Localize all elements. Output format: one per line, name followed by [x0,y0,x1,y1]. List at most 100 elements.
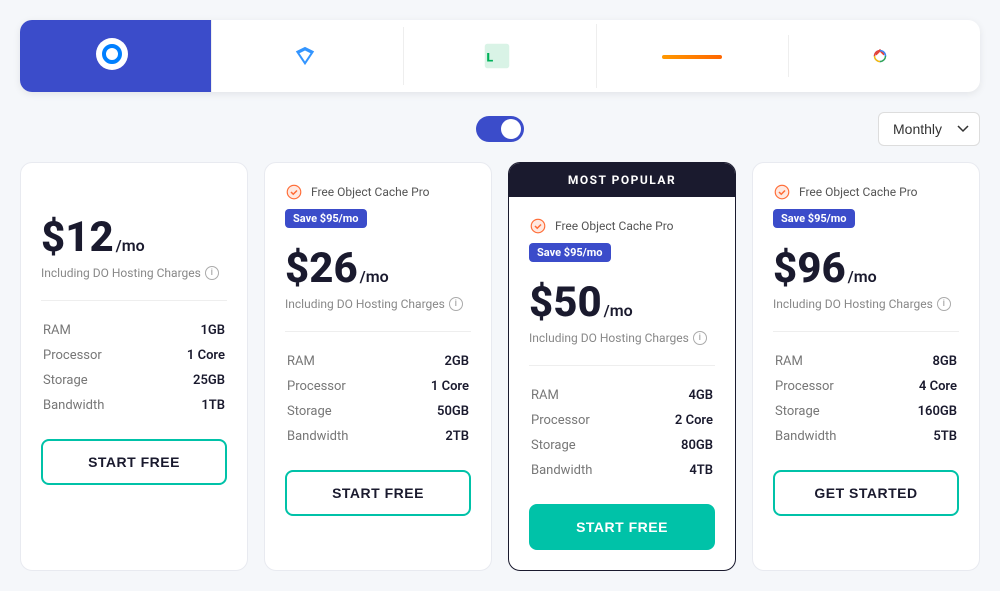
spec-key: Processor [43,344,154,367]
spec-value: 2 Core [644,409,713,432]
specs-table-plan-96: RAM 8GB Processor 4 Core Storage 160GB B… [773,348,959,450]
spec-row: RAM 1GB [43,319,225,342]
spec-row: Storage 50GB [287,400,469,423]
spec-value: 1 Core [156,344,225,367]
spec-key: Storage [43,369,154,392]
specs-table-plan-12: RAM 1GB Processor 1 Core Storage 25GB Ba… [41,317,227,419]
save-badge-plan-96: Save $95/mo [773,209,855,228]
spec-value: 50GB [400,400,469,423]
price-period-plan-50: /mo [604,301,633,320]
pricing-card-plan-96: Free Object Cache Pro Save $95/mo $96 /m… [752,162,980,571]
save-badge-plan-50: Save $95/mo [529,243,611,262]
googlecloud-logo [869,45,899,67]
svg-text:L: L [487,50,494,64]
spec-value: 25GB [156,369,225,392]
spec-row: Processor 2 Core [531,409,713,432]
spec-row: Storage 80GB [531,434,713,457]
provider-vultr[interactable] [212,27,404,85]
provider-googlecloud[interactable] [789,27,980,85]
spec-value: 1GB [156,319,225,342]
spec-value: 4GB [644,384,713,407]
spec-value: 1TB [156,394,225,417]
spec-value: 8GB [887,350,957,373]
premium-toggle[interactable] [476,116,524,142]
popular-badge: MOST POPULAR [509,163,735,197]
vultr-icon [294,45,316,67]
cta-button-plan-26[interactable]: START FREE [285,470,471,516]
spec-row: Processor 4 Core [775,375,957,398]
save-badge-plan-26: Save $95/mo [285,209,367,228]
divider-plan-12 [41,300,227,301]
controls-row: Monthly Annually [20,116,980,142]
card-body-plan-96: Free Object Cache Pro Save $95/mo $96 /m… [753,163,979,536]
spec-value: 2GB [400,350,469,373]
spec-value: 1 Core [400,375,469,398]
promo-icon [285,183,303,201]
promo-row-plan-50: Free Object Cache Pro Save $95/mo [529,217,715,262]
divider-plan-96 [773,331,959,332]
spec-row: Bandwidth 1TB [43,394,225,417]
price-period-plan-12: /mo [116,236,145,255]
spec-key: Bandwidth [531,459,642,482]
spec-value: 160GB [887,400,957,423]
digitalocean-logo [96,38,136,70]
spec-row: Bandwidth 2TB [287,425,469,448]
pricing-cards: $12 /mo Including DO Hosting Charges i R… [20,162,980,571]
pricing-card-plan-26: Free Object Cache Pro Save $95/mo $26 /m… [264,162,492,571]
promo-row-plan-96: Free Object Cache Pro Save $95/mo [773,183,959,228]
spec-key: RAM [531,384,642,407]
spec-key: Storage [775,400,885,423]
cta-button-plan-12[interactable]: START FREE [41,439,227,485]
aws-underline [662,55,722,59]
provider-nav: L [20,20,980,92]
spec-row: Storage 160GB [775,400,957,423]
spec-key: Processor [775,375,885,398]
spec-key: RAM [775,350,885,373]
pricing-card-plan-12: $12 /mo Including DO Hosting Charges i R… [20,162,248,571]
linode-icon: L [483,42,511,70]
spec-row: Bandwidth 4TB [531,459,713,482]
do-circle-icon [96,38,128,70]
price-value-plan-96: $96 [773,244,846,293]
cta-button-plan-96[interactable]: GET STARTED [773,470,959,516]
info-icon-plan-26[interactable]: i [449,297,463,311]
provider-aws[interactable] [597,35,789,77]
card-body-plan-50: Free Object Cache Pro Save $95/mo $50 /m… [509,197,735,570]
price-row-plan-12: $12 /mo [41,213,227,262]
toggle-group [464,116,536,142]
price-value-plan-12: $12 [41,213,114,262]
info-icon-plan-50[interactable]: i [693,331,707,345]
price-row-plan-50: $50 /mo [529,278,715,327]
aws-logo [662,53,722,59]
spec-row: Processor 1 Core [43,344,225,367]
price-includes-plan-96: Including DO Hosting Charges i [773,297,959,311]
provider-linode[interactable]: L [404,24,596,88]
spec-row: Processor 1 Core [287,375,469,398]
promo-text-plan-26: Free Object Cache Pro [311,185,429,199]
promo-spacer [41,183,227,213]
spec-key: Bandwidth [775,425,885,448]
gcloud-icon [869,45,891,67]
cta-button-plan-50[interactable]: START FREE [529,504,715,550]
info-icon-plan-12[interactable]: i [205,266,219,280]
spec-key: Bandwidth [43,394,154,417]
price-value-plan-26: $26 [285,244,358,293]
spec-key: Processor [531,409,642,432]
spec-key: Storage [531,434,642,457]
price-row-plan-96: $96 /mo [773,244,959,293]
spec-row: RAM 8GB [775,350,957,373]
card-body-plan-26: Free Object Cache Pro Save $95/mo $26 /m… [265,163,491,536]
spec-key: RAM [287,350,398,373]
pricing-card-plan-50: MOST POPULAR Free Object Cache Pro Save … [508,162,736,571]
billing-select-wrapper: Monthly Annually [878,112,980,146]
info-icon-plan-96[interactable]: i [937,297,951,311]
specs-table-plan-50: RAM 4GB Processor 2 Core Storage 80GB Ba… [529,382,715,484]
billing-select[interactable]: Monthly Annually [878,112,980,146]
provider-digitalocean[interactable] [20,20,212,92]
spec-key: RAM [43,319,154,342]
spec-key: Processor [287,375,398,398]
promo-text-plan-50: Free Object Cache Pro [555,219,673,233]
divider-plan-50 [529,365,715,366]
spec-value: 80GB [644,434,713,457]
spec-key: Storage [287,400,398,423]
